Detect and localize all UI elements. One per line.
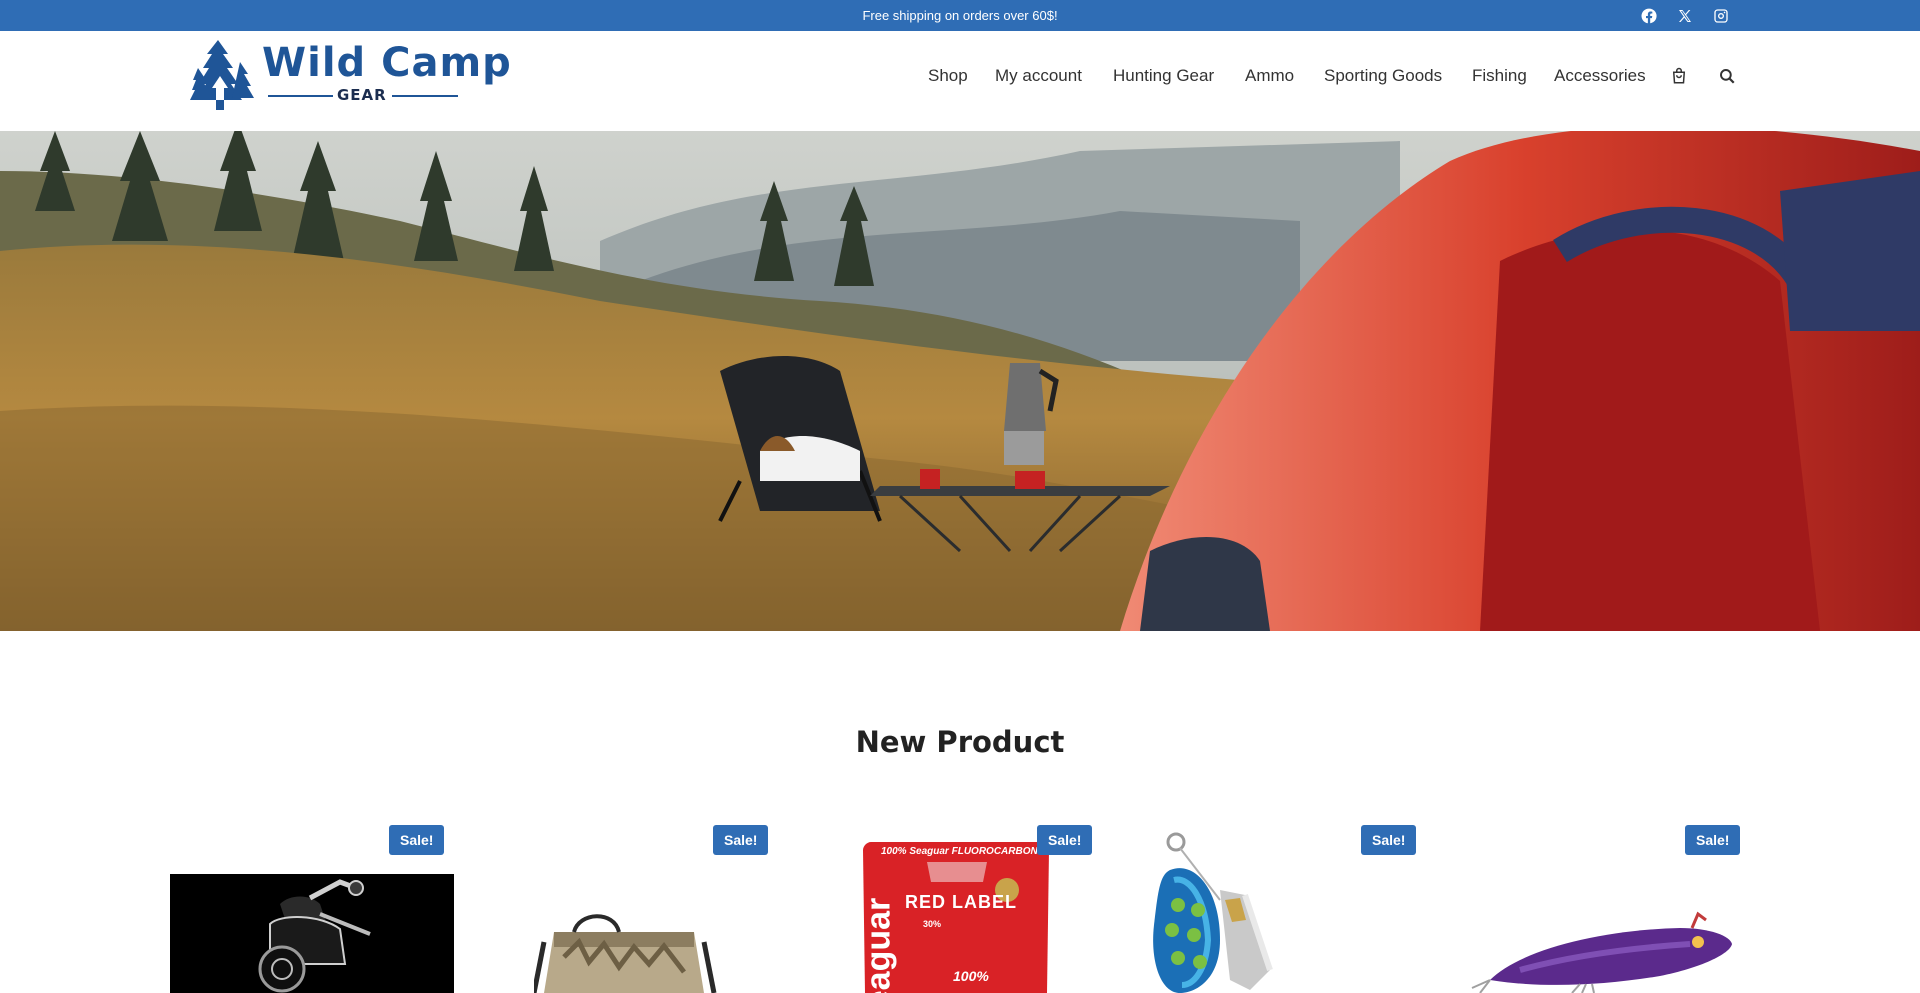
jerkbait-lure-image xyxy=(1460,910,1740,993)
nav-sporting-goods[interactable]: Sporting Goods xyxy=(1324,64,1442,88)
camping-scene-image xyxy=(0,131,1920,631)
announcement-text: Free shipping on orders over 60$! xyxy=(862,8,1058,23)
brand-name: Wild Camp xyxy=(262,40,512,86)
sale-badge: Sale! xyxy=(713,825,769,855)
instagram-icon[interactable] xyxy=(1710,0,1732,31)
site-logo[interactable]: Wild Camp GEAR xyxy=(188,38,511,112)
product-card[interactable]: 100% Seaguar FLUOROCARBON RED LABEL 30% … xyxy=(850,820,1150,993)
sale-badge: Sale! xyxy=(1361,825,1417,855)
section-title: New Product xyxy=(855,725,1065,759)
sale-badge: Sale! xyxy=(389,825,445,855)
nav-my-account[interactable]: My account xyxy=(995,64,1082,88)
package-percent-big: 100% xyxy=(953,968,989,984)
logo-rule-right xyxy=(392,95,458,97)
nav-fishing[interactable]: Fishing xyxy=(1472,64,1527,88)
search-icon[interactable] xyxy=(1715,64,1739,88)
cart-icon[interactable] xyxy=(1667,64,1691,88)
spinning-reel-image xyxy=(170,874,454,993)
nav-shop[interactable]: Shop xyxy=(928,64,968,88)
package-percent-small: 30% xyxy=(923,919,942,929)
tree-logo-icon xyxy=(190,40,254,110)
package-vertical-brand: eaguar xyxy=(859,897,898,993)
nav-ammo[interactable]: Ammo xyxy=(1245,64,1294,88)
spinner-lure-image xyxy=(1150,830,1330,993)
logo-rule-left xyxy=(268,95,333,97)
nav-hunting-gear[interactable]: Hunting Gear xyxy=(1113,64,1214,88)
package-label: RED LABEL xyxy=(905,892,1017,912)
announcement-bar: Free shipping on orders over 60$! xyxy=(0,0,1920,31)
nav-accessories[interactable]: Accessories xyxy=(1554,64,1646,88)
x-icon[interactable] xyxy=(1674,0,1696,31)
sale-badge: Sale! xyxy=(1037,825,1093,855)
package-brand-line: 100% Seaguar FLUOROCARBON xyxy=(881,846,1038,857)
facebook-icon[interactable] xyxy=(1638,0,1660,31)
sale-badge: Sale! xyxy=(1685,825,1741,855)
hero-banner xyxy=(0,131,1920,631)
fluorocarbon-line-image: 100% Seaguar FLUOROCARBON RED LABEL 30% … xyxy=(857,842,1055,993)
camo-bag-image xyxy=(534,902,724,993)
brand-subtitle: GEAR xyxy=(337,86,387,104)
